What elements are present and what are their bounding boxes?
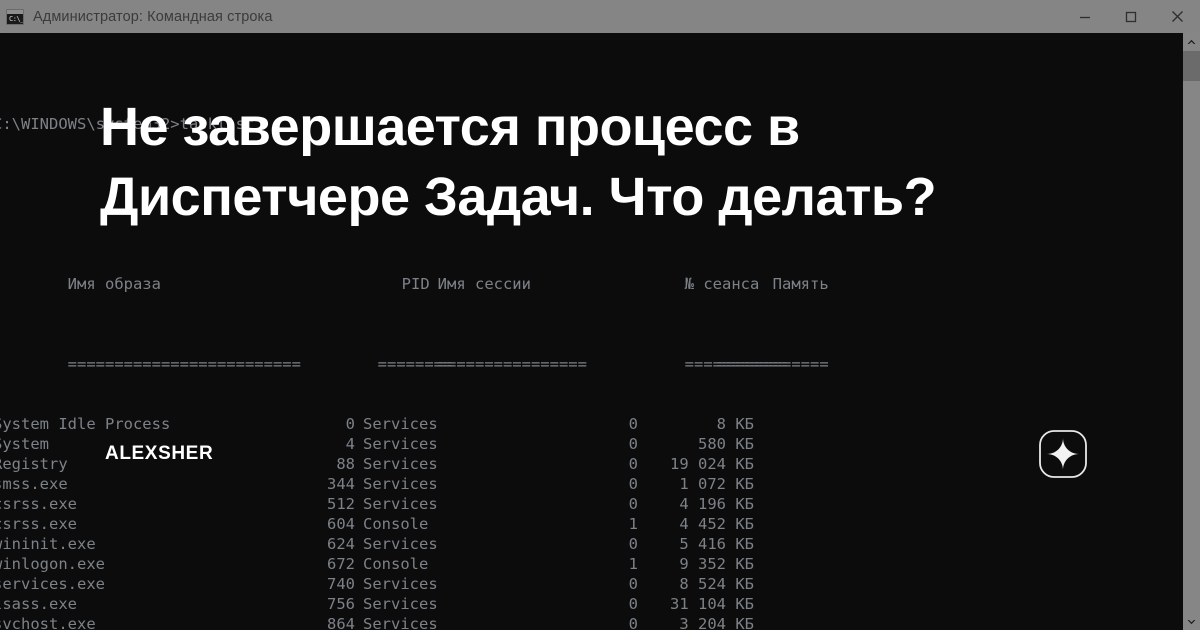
header-image-name: Имя образа xyxy=(67,275,161,293)
cell-image-name: lsass.exe xyxy=(0,595,77,613)
cell-session-num: 0 xyxy=(628,475,638,493)
cell-memory: 1 072 КБ xyxy=(679,475,754,493)
cell-image-name: csrss.exe xyxy=(0,515,77,533)
separator-pid: ======== xyxy=(377,355,453,373)
terminal-body[interactable]: C:\WINDOWS\system32>tasklist Имя образа P… xyxy=(0,33,1183,630)
cell-image-name: winlogon.exe xyxy=(0,555,105,573)
cell-image-name: System Idle Process xyxy=(0,415,171,433)
window-titlebar[interactable]: C:\_ Администратор: Командная строка xyxy=(0,0,1200,33)
cell-pid: 88 xyxy=(336,455,355,473)
cell-image-name: svchost.exe xyxy=(0,615,96,630)
cell-session-num: 0 xyxy=(628,495,638,513)
header-session-name: Имя сессии xyxy=(437,275,531,293)
cell-pid: 740 xyxy=(327,575,355,593)
table-row: csrss.exe 604 Console 1 4 452 КБ xyxy=(0,514,829,534)
cell-image-name: services.exe xyxy=(0,575,105,593)
sparkle-icon xyxy=(1039,430,1087,478)
table-row: smss.exe 344 Services 0 1 072 КБ xyxy=(0,474,829,494)
cell-pid: 672 xyxy=(327,555,355,573)
terminal-prompt-line: C:\WINDOWS\system32>tasklist xyxy=(0,115,255,133)
cell-pid: 864 xyxy=(327,615,355,630)
cell-memory: 580 КБ xyxy=(698,435,754,453)
cell-memory: 4 196 КБ xyxy=(679,495,754,513)
cell-session-num: 0 xyxy=(628,435,638,453)
cell-image-name: wininit.exe xyxy=(0,535,96,553)
scrollbar-thumb[interactable] xyxy=(1183,51,1200,81)
cell-session: Services xyxy=(363,475,438,493)
cell-pid: 604 xyxy=(327,515,355,533)
table-row: wininit.exe 624 Services 0 5 416 КБ xyxy=(0,534,829,554)
table-row: services.exe 740 Services 0 8 524 КБ xyxy=(0,574,829,594)
separator-image-name: ========================= xyxy=(67,355,311,373)
table-row: winlogon.exe 672 Console 1 9 352 КБ xyxy=(0,554,829,574)
cell-session: Console xyxy=(363,515,429,533)
cell-session: Services xyxy=(363,535,438,553)
cell-pid: 624 xyxy=(327,535,355,553)
cmd-icon[interactable]: C:\_ xyxy=(6,8,24,25)
cell-session-num: 1 xyxy=(628,555,638,573)
cell-memory: 3 204 КБ xyxy=(679,615,754,630)
cell-session: Console xyxy=(363,555,429,573)
cell-memory: 8 КБ xyxy=(716,415,754,433)
header-memory: Память xyxy=(772,275,829,293)
screenshot-root: C:\_ Администратор: Командная строка C:\… xyxy=(0,0,1200,630)
separator-session-name: ================ xyxy=(437,355,587,373)
terminal-scrollbar[interactable] xyxy=(1183,33,1200,630)
close-icon xyxy=(1171,11,1183,22)
cell-memory: 5 416 КБ xyxy=(679,535,754,553)
scrollbar-up-button[interactable] xyxy=(1183,33,1200,50)
cell-image-name: csrss.exe xyxy=(0,495,77,513)
cell-session: Services xyxy=(363,435,438,453)
table-row: svchost.exe 864 Services 0 3 204 КБ xyxy=(0,614,829,630)
cell-memory: 19 024 КБ xyxy=(670,455,754,473)
cell-pid: 344 xyxy=(327,475,355,493)
close-button[interactable] xyxy=(1154,0,1200,33)
cell-session: Services xyxy=(363,495,438,513)
scrollbar-down-button[interactable] xyxy=(1183,613,1200,630)
cell-pid: 0 xyxy=(345,415,355,433)
cell-session-num: 0 xyxy=(628,575,638,593)
table-row: System Idle Process 0 Services 0 8 КБ xyxy=(0,414,829,434)
chevron-down-icon xyxy=(1187,619,1196,624)
cell-session: Services xyxy=(363,595,438,613)
cell-memory: 9 352 КБ xyxy=(679,555,754,573)
header-pid: PID xyxy=(401,275,430,293)
cell-memory: 8 524 КБ xyxy=(679,575,754,593)
author-watermark: ALEXSHER xyxy=(105,443,214,464)
cell-session-num: 0 xyxy=(628,415,638,433)
terminal-text: C:\WINDOWS\system32>tasklist Имя образа P… xyxy=(0,33,829,630)
cell-pid: 512 xyxy=(327,495,355,513)
cell-pid: 756 xyxy=(327,595,355,613)
table-row: lsass.exe 756 Services 0 31 104 КБ xyxy=(0,594,829,614)
cell-session: Services xyxy=(363,615,438,630)
maximize-button[interactable] xyxy=(1108,0,1154,33)
maximize-icon xyxy=(1125,11,1137,22)
table-row: csrss.exe 512 Services 0 4 196 КБ xyxy=(0,494,829,514)
separator-session-num: =========== xyxy=(684,355,788,373)
cell-session-num: 0 xyxy=(628,595,638,613)
header-session-num: № сеанса xyxy=(684,275,760,293)
chevron-up-icon xyxy=(1187,39,1196,44)
sparkle-badge[interactable] xyxy=(1037,428,1089,480)
cell-session-num: 0 xyxy=(628,455,638,473)
window-title: Администратор: Командная строка xyxy=(33,8,273,25)
cell-memory: 4 452 КБ xyxy=(679,515,754,533)
cell-session: Services xyxy=(363,415,438,433)
minimize-button[interactable] xyxy=(1062,0,1108,33)
table-header-row: Имя образа PID Имя сессии № сеанса Память xyxy=(0,254,829,293)
cell-session-num: 0 xyxy=(628,615,638,630)
cell-session: Services xyxy=(363,575,438,593)
separator-memory: ============ xyxy=(716,355,829,373)
cell-session: Services xyxy=(363,455,438,473)
cell-pid: 4 xyxy=(345,435,355,453)
cell-session-num: 0 xyxy=(628,535,638,553)
cell-image-name: smss.exe xyxy=(0,475,68,493)
cell-session-num: 1 xyxy=(628,515,638,533)
table-separator-row: ========================= ==============… xyxy=(0,334,829,373)
cell-memory: 31 104 КБ xyxy=(670,595,754,613)
minimize-icon xyxy=(1080,16,1090,18)
cmd-icon-glyph: C:\_ xyxy=(9,14,24,23)
